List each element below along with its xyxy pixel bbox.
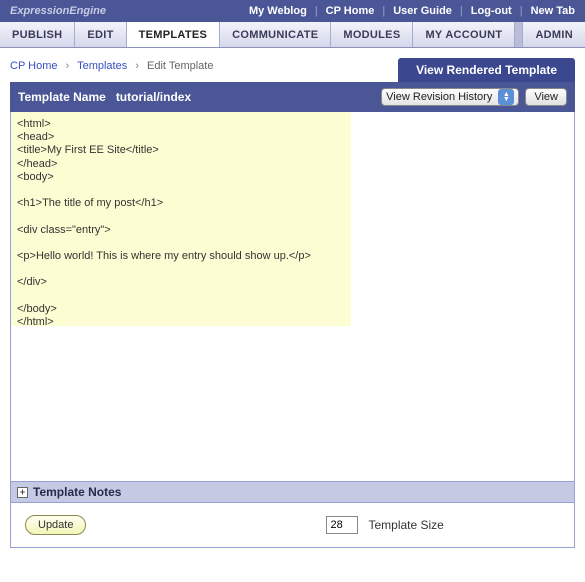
revision-history-label: View Revision History [386, 91, 492, 103]
link-user-guide[interactable]: User Guide [393, 5, 452, 17]
select-arrows-icon: ▲▼ [498, 89, 514, 105]
topbar: ExpressionEngine My Weblog | CP Home | Use… [0, 0, 585, 22]
update-button[interactable]: Update [25, 515, 86, 535]
template-notes-toggle[interactable]: + Template Notes [10, 482, 575, 503]
template-size-label: Template Size [368, 518, 443, 532]
tab-communicate[interactable]: COMMUNICATE [220, 22, 331, 47]
revision-history-select[interactable]: View Revision History ▲▼ [381, 88, 519, 106]
template-titlebar: Template Name tutorial/index View Revisi… [10, 82, 575, 112]
template-size-input[interactable] [326, 516, 358, 534]
separator: | [460, 5, 463, 17]
tab-publish[interactable]: PUBLISH [0, 22, 75, 47]
main-tabs: PUBLISH EDIT TEMPLATES COMMUNICATE MODUL… [0, 22, 585, 48]
editor-container [10, 112, 575, 482]
separator: | [520, 5, 523, 17]
link-log-out[interactable]: Log-out [471, 5, 512, 17]
template-name-value: tutorial/index [116, 90, 191, 104]
crumb-current: Edit Template [147, 60, 213, 72]
view-button[interactable]: View [525, 88, 567, 106]
separator: | [382, 5, 385, 17]
crumb-sep: › [66, 60, 70, 72]
template-name-label: Template Name [18, 90, 106, 104]
crumb-sep: › [135, 60, 139, 72]
brand-label: ExpressionEngine [10, 5, 106, 17]
topbar-links: My Weblog | CP Home | User Guide | Log-out |… [249, 5, 575, 17]
tab-my-account[interactable]: MY ACCOUNT [413, 22, 515, 47]
tab-templates[interactable]: TEMPLATES [127, 22, 221, 47]
link-new-tab[interactable]: New Tab [531, 5, 575, 17]
view-rendered-button[interactable]: View Rendered Template [398, 58, 575, 82]
template-editor[interactable] [11, 112, 351, 326]
footer-controls: Update Template Size [10, 503, 575, 548]
tab-admin[interactable]: ADMIN [522, 22, 585, 47]
crumb-cp-home[interactable]: CP Home [10, 60, 57, 72]
separator: | [315, 5, 318, 17]
template-notes-label: Template Notes [33, 485, 121, 499]
expand-icon: + [17, 487, 28, 498]
tab-edit[interactable]: EDIT [75, 22, 126, 47]
link-my-weblog[interactable]: My Weblog [249, 5, 307, 17]
link-cp-home[interactable]: CP Home [326, 5, 375, 17]
tab-modules[interactable]: MODULES [331, 22, 413, 47]
crumb-templates[interactable]: Templates [77, 60, 127, 72]
